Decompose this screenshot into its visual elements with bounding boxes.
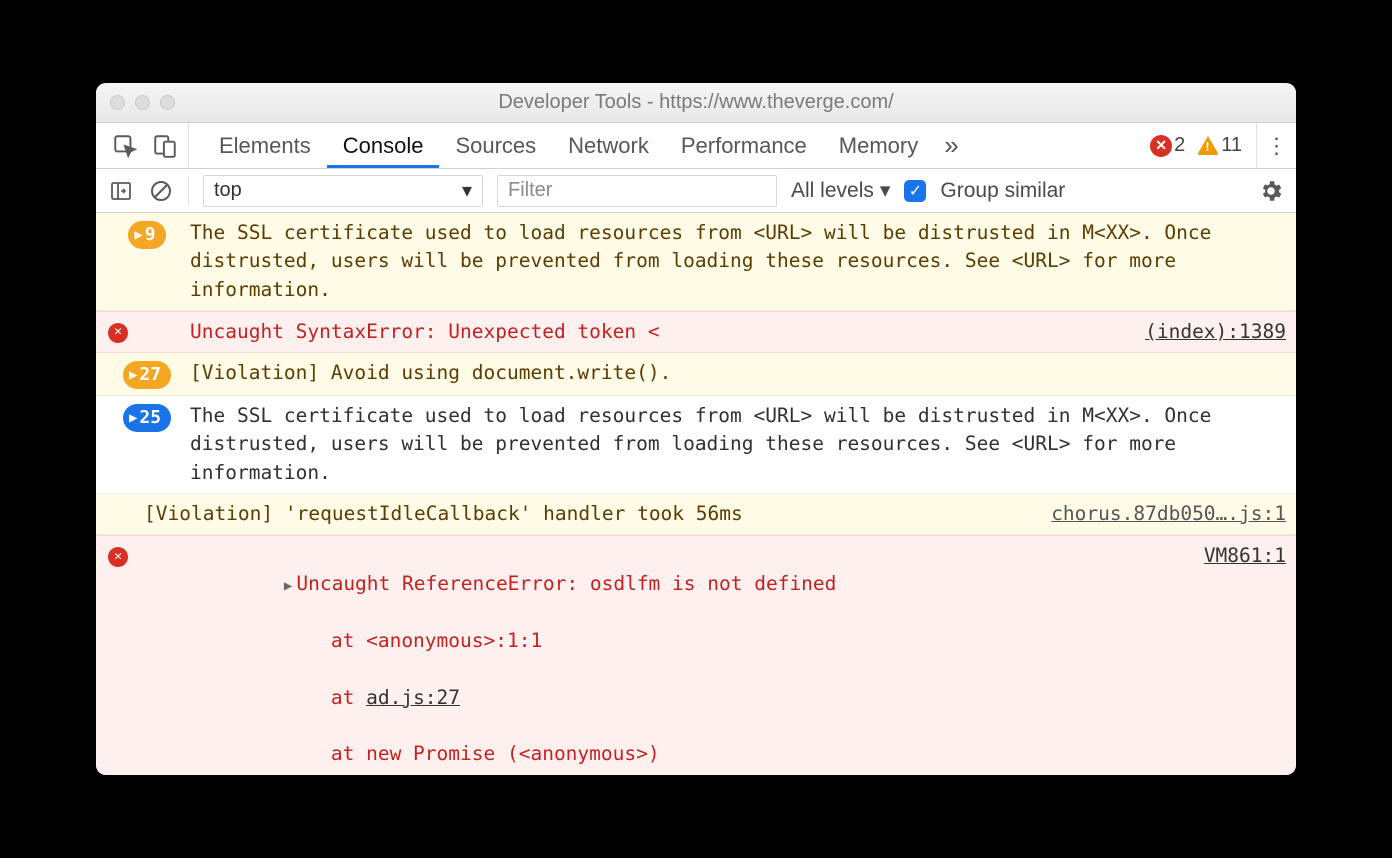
console-toolbar: top ▾ All levels ▾ ✓ Group similar	[96, 169, 1296, 213]
console-message-error[interactable]: ✕ Uncaught SyntaxError: Unexpected token…	[96, 311, 1296, 353]
context-selector[interactable]: top ▾	[203, 175, 483, 207]
traffic-lights	[110, 95, 175, 110]
source-link[interactable]: chorus.87db050….js:1	[1051, 500, 1286, 528]
error-icon[interactable]: ✕	[1150, 135, 1172, 157]
chevron-down-icon: ▾	[462, 178, 472, 203]
source-link[interactable]: VM861:1	[1204, 542, 1286, 570]
error-count[interactable]: 2	[1174, 134, 1185, 157]
close-icon[interactable]	[110, 95, 125, 110]
tab-elements[interactable]: Elements	[203, 123, 327, 168]
tab-sources[interactable]: Sources	[439, 123, 552, 168]
message-count-pill[interactable]: ▶ 27	[123, 361, 171, 389]
console-output[interactable]: ▶ 9 The SSL certificate used to load res…	[96, 213, 1296, 775]
error-icon: ✕	[108, 547, 128, 567]
log-levels-dropdown[interactable]: All levels ▾	[791, 178, 890, 203]
tab-network[interactable]: Network	[552, 123, 665, 168]
expand-icon: ▶	[129, 408, 137, 428]
context-value: top	[214, 179, 242, 202]
panel-tabs-bar: Elements Console Sources Network Perform…	[96, 123, 1296, 169]
window-title: Developer Tools - https://www.theverge.c…	[96, 91, 1296, 114]
message-text: The SSL certificate used to load resourc…	[190, 402, 1286, 487]
expand-icon[interactable]: ▶	[284, 578, 292, 594]
expand-icon: ▶	[134, 225, 142, 245]
warning-icon[interactable]	[1197, 136, 1219, 155]
clear-console-icon[interactable]	[148, 178, 174, 204]
zoom-icon[interactable]	[160, 95, 175, 110]
message-count-pill[interactable]: ▶ 25	[123, 404, 171, 432]
console-message-warn[interactable]: ▶ 9 The SSL certificate used to load res…	[96, 213, 1296, 311]
devtools-window: Developer Tools - https://www.theverge.c…	[96, 83, 1296, 775]
message-stack: ▶Uncaught ReferenceError: osdlfm is not …	[190, 542, 1204, 775]
message-text: The SSL certificate used to load resourc…	[190, 219, 1286, 304]
console-message-error[interactable]: ✕ ▶Uncaught ReferenceError: osdlfm is no…	[96, 535, 1296, 775]
window-titlebar: Developer Tools - https://www.theverge.c…	[96, 83, 1296, 123]
device-toolbar-icon[interactable]	[152, 133, 178, 159]
message-count-pill[interactable]: ▶ 9	[128, 221, 165, 249]
console-message-warn[interactable]: [Violation] 'requestIdleCallback' handle…	[96, 494, 1296, 535]
group-similar-checkbox[interactable]: ✓	[904, 180, 926, 202]
inspect-element-icon[interactable]	[112, 133, 138, 159]
error-icon: ✕	[108, 323, 128, 343]
tab-memory[interactable]: Memory	[823, 123, 934, 168]
levels-label: All levels	[791, 179, 874, 203]
source-link[interactable]: ad.js:27	[366, 686, 460, 709]
tabs-overflow-button[interactable]: »	[934, 130, 968, 161]
tab-performance[interactable]: Performance	[665, 123, 823, 168]
minimize-icon[interactable]	[135, 95, 150, 110]
tab-console[interactable]: Console	[327, 123, 440, 168]
message-text: [Violation] Avoid using document.write()…	[190, 359, 1286, 387]
source-link[interactable]: (index):1389	[1145, 318, 1286, 346]
console-settings-icon[interactable]	[1258, 178, 1284, 204]
show-console-sidebar-icon[interactable]	[108, 178, 134, 204]
expand-icon: ▶	[129, 365, 137, 385]
message-text: [Violation] 'requestIdleCallback' handle…	[144, 500, 1051, 528]
console-message-warn[interactable]: ▶ 27 [Violation] Avoid using document.wr…	[96, 353, 1296, 396]
filter-input[interactable]	[497, 175, 777, 207]
console-message-info[interactable]: ▶ 25 The SSL certificate used to load re…	[96, 396, 1296, 494]
warning-count[interactable]: 11	[1221, 134, 1242, 157]
chevron-down-icon: ▾	[880, 178, 891, 203]
group-similar-label: Group similar	[940, 179, 1065, 203]
status-badges: ✕ 2 11	[1150, 134, 1252, 157]
message-text: Uncaught SyntaxError: Unexpected token <	[190, 318, 1145, 346]
more-menu-button[interactable]: ⋮	[1256, 123, 1296, 168]
